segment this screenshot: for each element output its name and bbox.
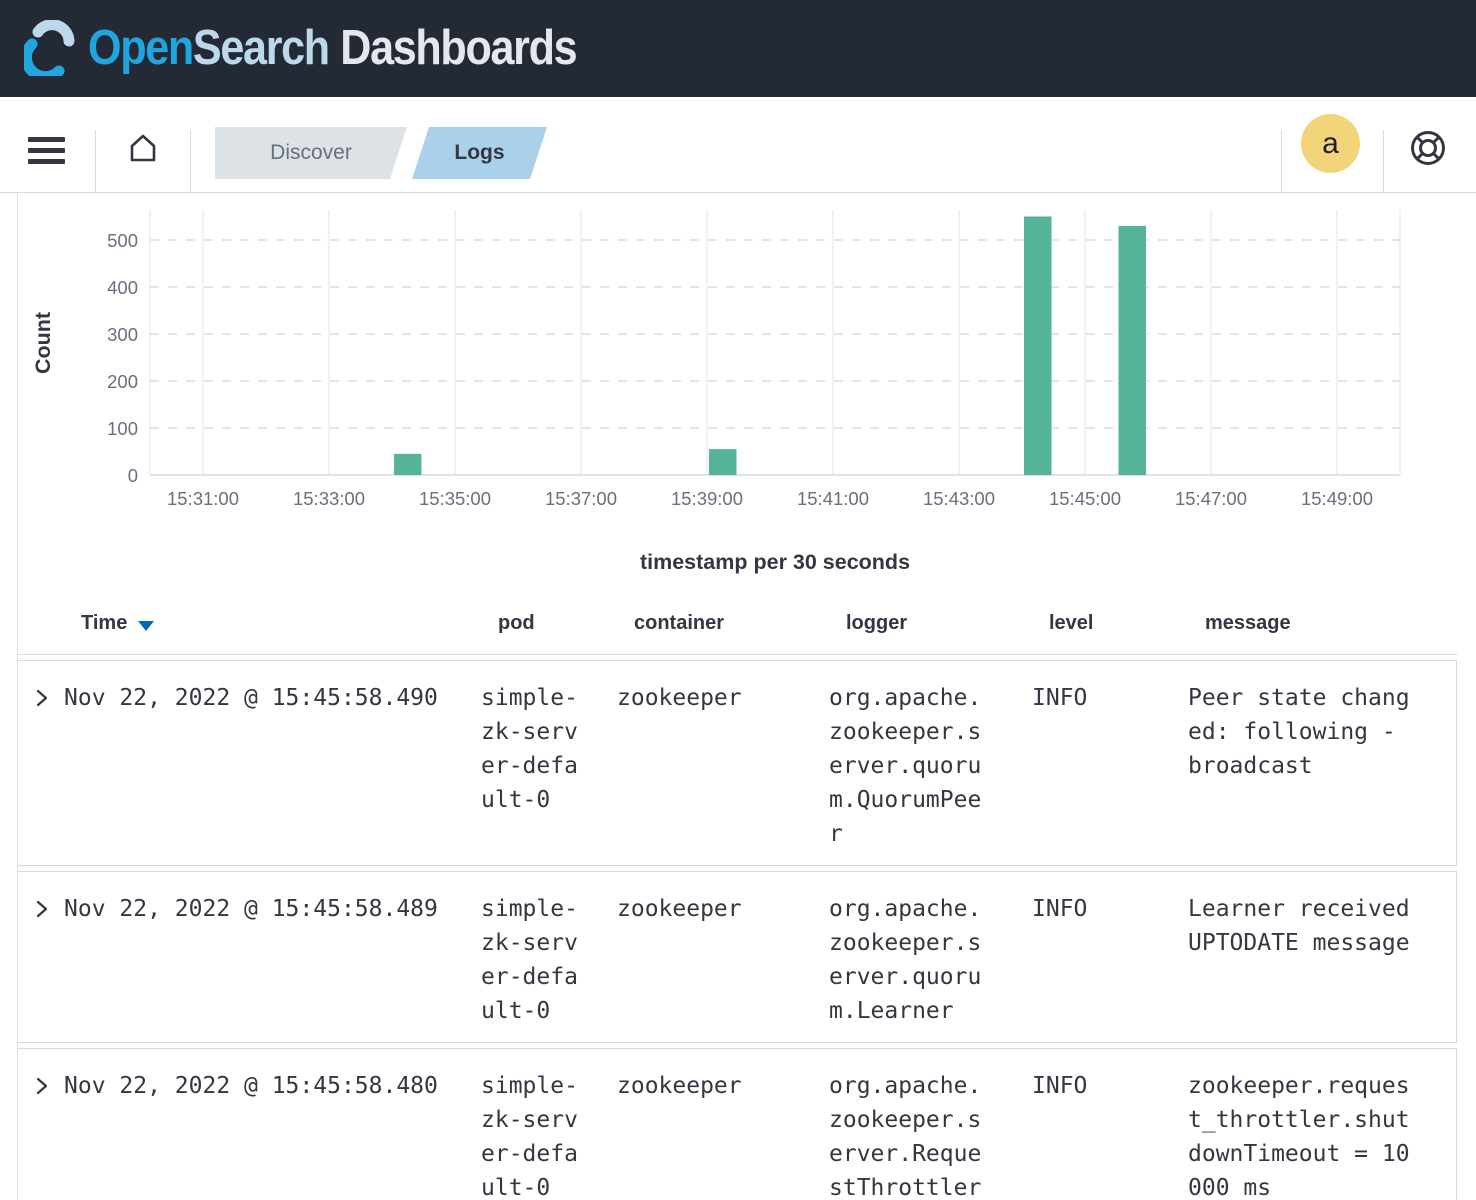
expand-row-button[interactable] <box>32 898 52 923</box>
column-header-logger[interactable]: logger <box>846 612 907 635</box>
column-header-message[interactable]: message <box>1205 612 1291 635</box>
column-header-time[interactable]: Time <box>81 612 154 635</box>
chevron-right-icon <box>32 898 52 920</box>
cell-level: INFO <box>1032 1069 1142 1103</box>
documents-table: Time pod container logger level message … <box>17 596 1457 1200</box>
opensearch-logo[interactable]: OpenSearchDashboards <box>24 20 643 76</box>
cell-message: zookeeper.request_throttler.shutdownTime… <box>1188 1069 1412 1200</box>
menu-button[interactable] <box>28 137 65 170</box>
opensearch-logo-icon <box>24 20 76 76</box>
svg-text:15:33:00: 15:33:00 <box>293 488 365 509</box>
column-header-level[interactable]: level <box>1049 612 1093 635</box>
cell-pod: simple-zk-server-default-0 <box>481 892 583 1028</box>
svg-text:15:37:00: 15:37:00 <box>545 488 617 509</box>
brand-dashboards: Dashboards <box>340 21 576 75</box>
histogram-chart[interactable]: 15:31:00 15:33:00 15:35:00 15:37:00 15:39:00… <box>17 193 1459 591</box>
svg-text:15:39:00: 15:39:00 <box>671 488 743 509</box>
histogram-bar[interactable] <box>1024 217 1052 476</box>
cell-message: Peer state changed: following - broadcas… <box>1188 681 1412 783</box>
table-body: Nov 22, 2022 @ 15:45:58.490 simple-zk-se… <box>17 660 1457 1200</box>
svg-text:300: 300 <box>107 324 138 345</box>
svg-text:0: 0 <box>128 465 138 486</box>
help-menu-button[interactable] <box>1408 128 1448 171</box>
brand-open: Open <box>88 21 193 75</box>
cell-logger: org.apache.zookeeper.server.RequestThrot… <box>829 1069 985 1200</box>
app-header: OpenSearchDashboards <box>0 0 1476 97</box>
divider <box>1383 130 1384 192</box>
home-button[interactable] <box>127 131 159 168</box>
cell-message: Learner received UPTODATE message <box>1188 892 1412 960</box>
svg-text:500: 500 <box>107 230 138 251</box>
column-header-container[interactable]: container <box>634 612 724 635</box>
expand-row-button[interactable] <box>32 1075 52 1100</box>
histogram-bar[interactable] <box>394 454 422 475</box>
svg-text:15:41:00: 15:41:00 <box>797 488 869 509</box>
cell-level: INFO <box>1032 892 1142 926</box>
table-header-row: Time pod container logger level message <box>17 596 1457 655</box>
lifebuoy-icon <box>1408 128 1448 168</box>
user-avatar[interactable]: a <box>1301 114 1360 173</box>
svg-text:400: 400 <box>107 277 138 298</box>
cell-time: Nov 22, 2022 @ 15:45:58.480 <box>64 1069 454 1103</box>
breadcrumb-discover[interactable]: Discover <box>215 127 407 179</box>
svg-text:15:47:00: 15:47:00 <box>1175 488 1247 509</box>
divider <box>1281 130 1282 192</box>
breadcrumb-logs[interactable]: Logs <box>412 127 547 179</box>
triangle-down-icon[interactable] <box>138 621 154 631</box>
hamburger-icon <box>28 137 65 142</box>
table-row: Nov 22, 2022 @ 15:45:58.480 simple-zk-se… <box>17 1048 1457 1200</box>
brand-search: Search <box>193 21 329 75</box>
cell-time: Nov 22, 2022 @ 15:45:58.490 <box>64 681 454 715</box>
divider <box>190 130 191 192</box>
chevron-right-icon <box>32 687 52 709</box>
brand-title: OpenSearchDashboards <box>88 20 576 76</box>
cell-logger: org.apache.zookeeper.server.quorum.Quoru… <box>829 681 985 851</box>
opensearch-dashboards-page: OpenSearchDashboards Discover Logs a <box>0 0 1476 1200</box>
svg-text:15:45:00: 15:45:00 <box>1049 488 1121 509</box>
cell-container: zookeeper <box>617 681 747 715</box>
cell-time: Nov 22, 2022 @ 15:45:58.489 <box>64 892 454 926</box>
cell-expand <box>17 892 64 1028</box>
divider <box>95 130 96 192</box>
svg-text:15:35:00: 15:35:00 <box>419 488 491 509</box>
cell-pod: simple-zk-server-default-0 <box>481 681 583 817</box>
svg-text:15:49:00: 15:49:00 <box>1301 488 1373 509</box>
table-row: Nov 22, 2022 @ 15:45:58.489 simple-zk-se… <box>17 871 1457 1043</box>
navigation-bar: Discover Logs a <box>0 97 1476 193</box>
cell-level: INFO <box>1032 681 1142 715</box>
expand-row-button[interactable] <box>32 687 52 712</box>
histogram-bar[interactable] <box>1119 226 1147 475</box>
breadcrumb: Discover Logs <box>215 127 547 179</box>
chevron-right-icon <box>32 1075 52 1097</box>
cell-pod: simple-zk-server-default-0 <box>481 1069 583 1200</box>
svg-text:15:43:00: 15:43:00 <box>923 488 995 509</box>
table-row: Nov 22, 2022 @ 15:45:58.490 simple-zk-se… <box>17 660 1457 866</box>
cell-expand <box>17 681 64 851</box>
column-header-time-label: Time <box>81 612 127 634</box>
home-icon <box>127 131 159 165</box>
svg-text:100: 100 <box>107 418 138 439</box>
histogram-section: 15:31:00 15:33:00 15:35:00 15:37:00 15:39:00… <box>17 193 1459 591</box>
cell-expand <box>17 1069 64 1200</box>
svg-text:200: 200 <box>107 371 138 392</box>
svg-text:timestamp per 30 seconds: timestamp per 30 seconds <box>640 550 910 574</box>
cell-logger: org.apache.zookeeper.server.quorum.Learn… <box>829 892 985 1028</box>
cell-container: zookeeper <box>617 1069 747 1103</box>
cell-container: zookeeper <box>617 892 747 926</box>
histogram-bar[interactable] <box>709 449 737 475</box>
y-axis-title: Count <box>31 312 55 374</box>
column-header-pod[interactable]: pod <box>498 612 535 635</box>
svg-text:15:31:00: 15:31:00 <box>167 488 239 509</box>
